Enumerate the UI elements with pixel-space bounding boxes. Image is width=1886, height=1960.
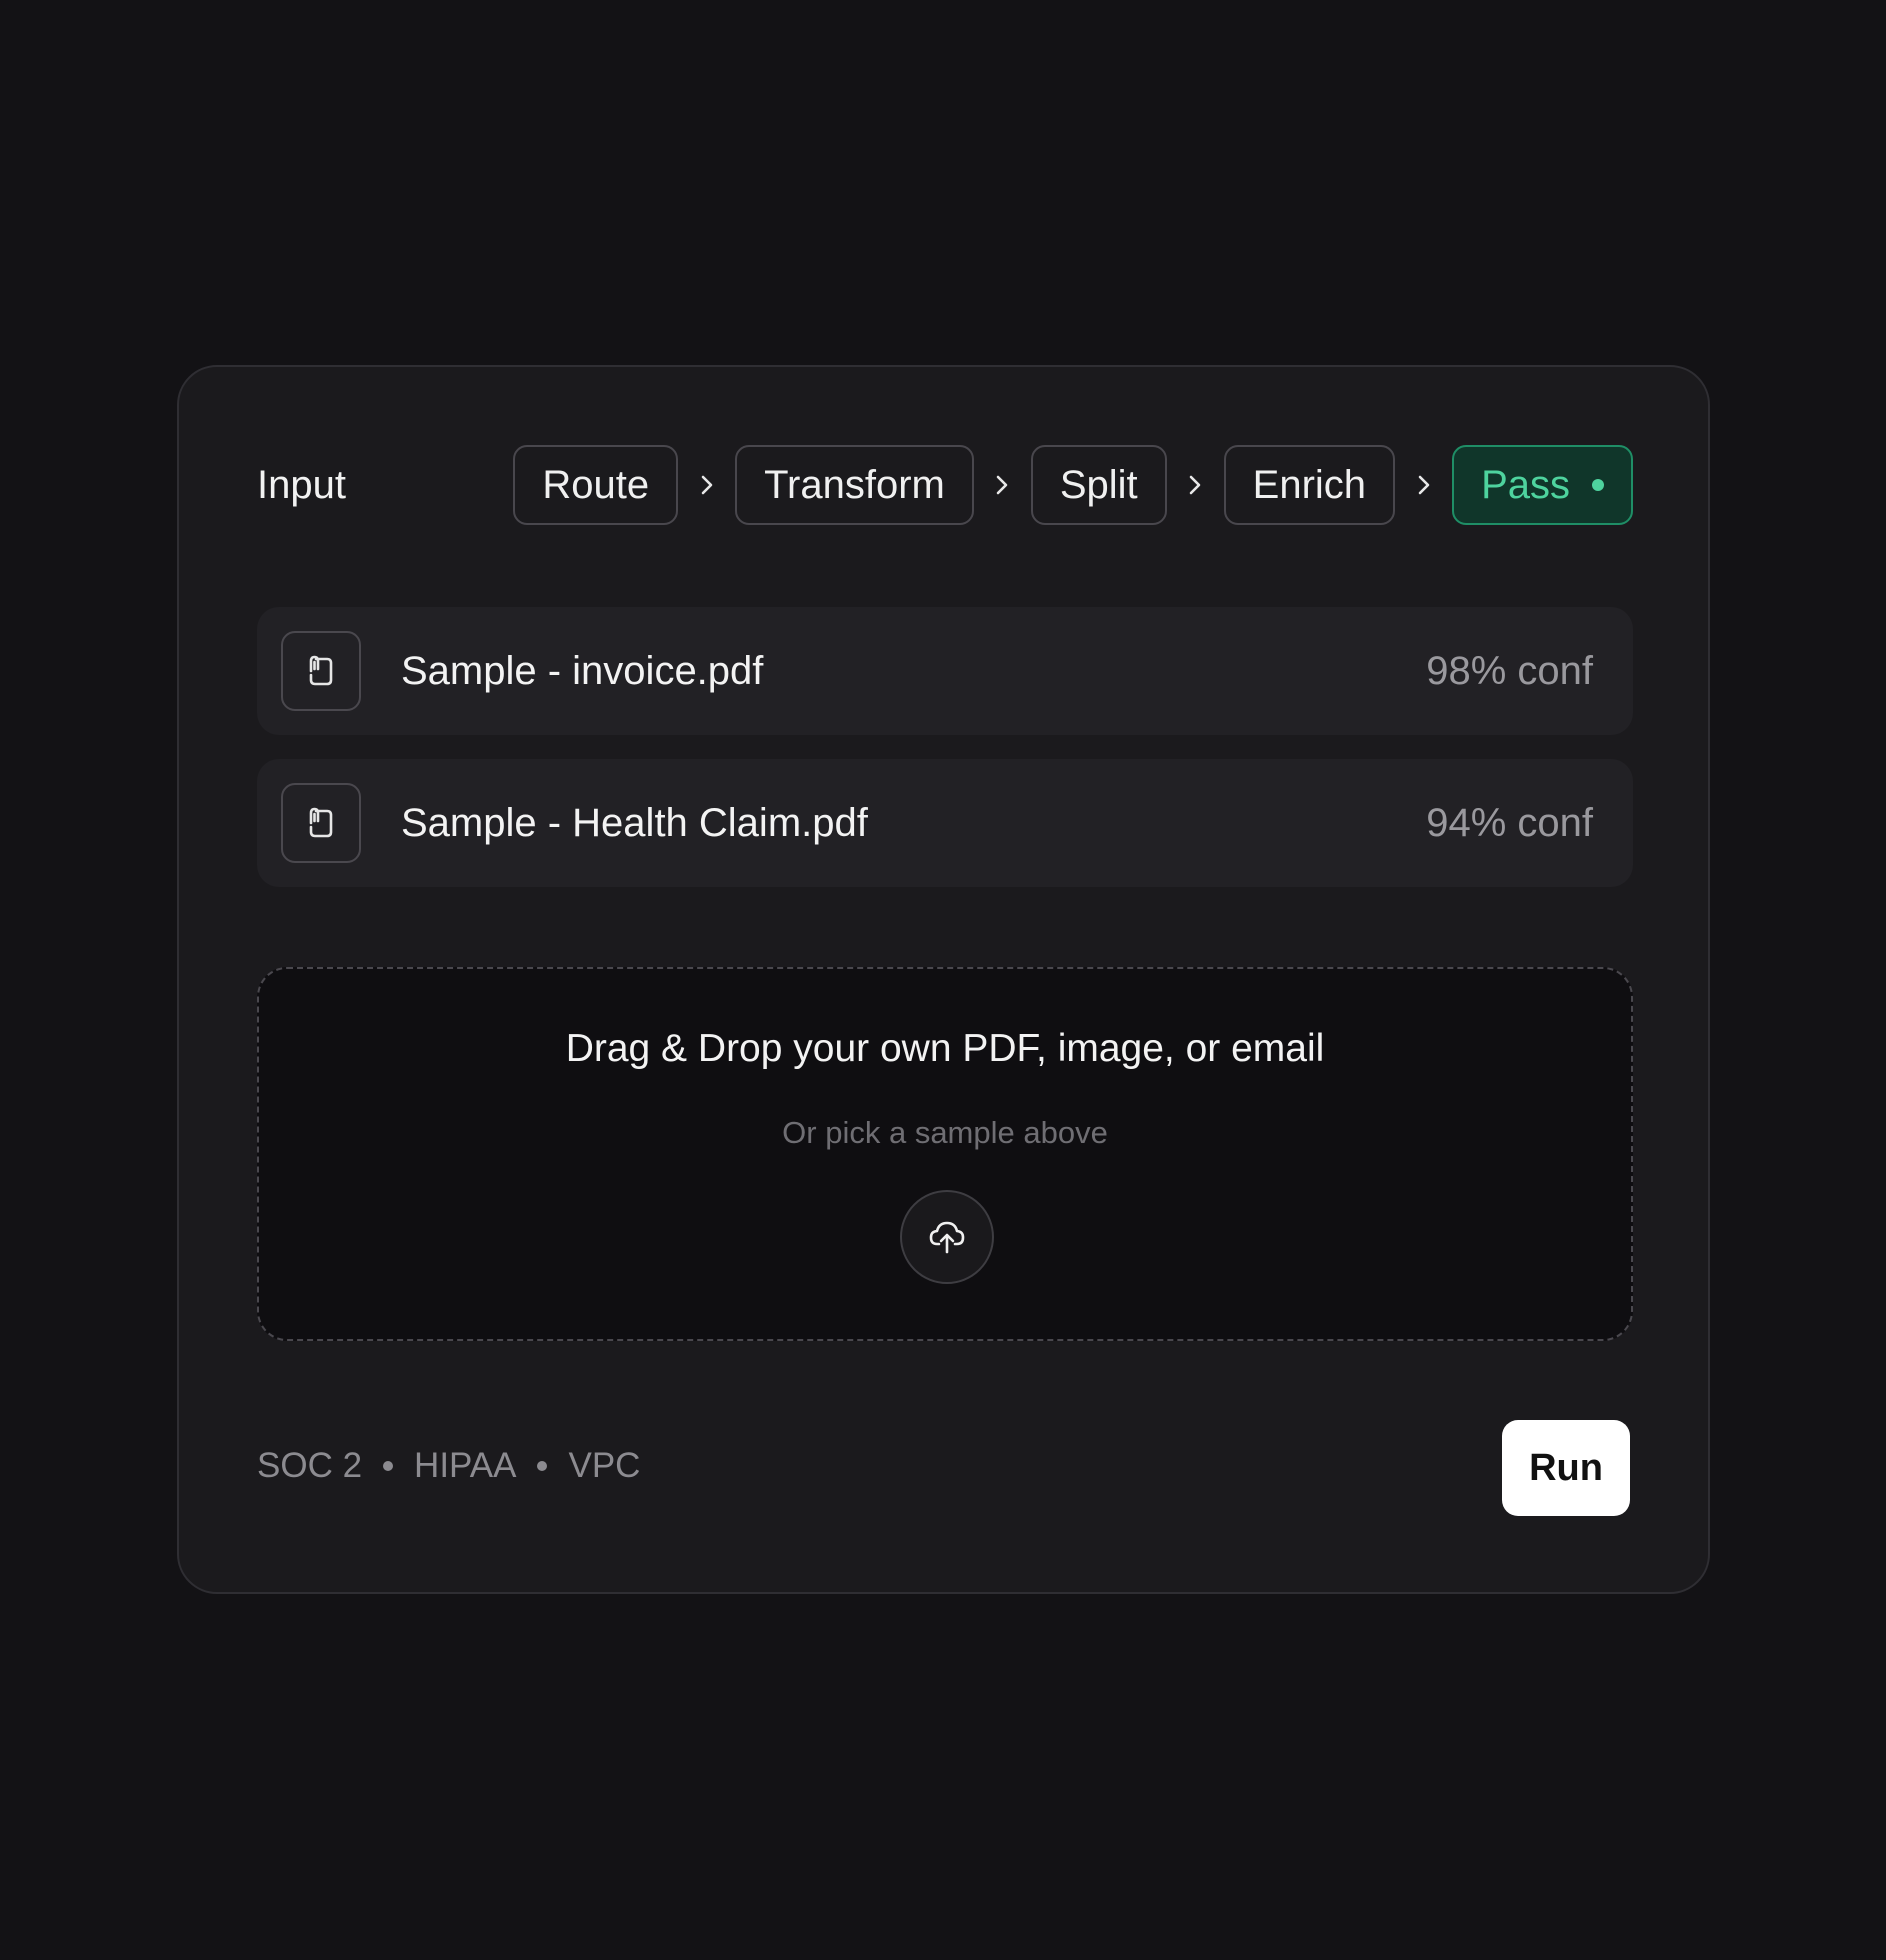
chevron-right-icon	[974, 474, 1031, 496]
pipeline-card: Input Route Transform Split Enrich Pass …	[177, 365, 1710, 1594]
document-icon	[281, 783, 361, 863]
step-transform[interactable]: Transform	[735, 445, 974, 525]
dropzone-subtitle: Or pick a sample above	[782, 1115, 1108, 1150]
dropzone-title: Drag & Drop your own PDF, image, or emai…	[565, 1027, 1325, 1070]
chevron-right-icon	[1395, 474, 1452, 496]
step-label: Transform	[764, 463, 945, 507]
chevron-right-icon	[678, 474, 735, 496]
file-dropzone[interactable]: Drag & Drop your own PDF, image, or emai…	[257, 967, 1633, 1341]
cloud-upload-icon	[929, 1221, 965, 1254]
status-dot-icon	[1592, 479, 1604, 491]
upload-button[interactable]	[900, 1190, 994, 1284]
sample-item-health-claim[interactable]: Sample - Health Claim.pdf 94% conf	[257, 759, 1633, 887]
sample-name: Sample - invoice.pdf	[401, 649, 764, 693]
run-button[interactable]: Run	[1502, 1420, 1630, 1516]
pipeline-steps: Route Transform Split Enrich Pass	[513, 445, 1633, 525]
input-label: Input	[257, 463, 346, 507]
compliance-soc2: SOC 2	[257, 1446, 363, 1485]
step-enrich[interactable]: Enrich	[1223, 445, 1396, 525]
pipeline-row: Input Route Transform Split Enrich Pass	[257, 445, 1633, 525]
sample-confidence: 94% conf	[1426, 801, 1593, 845]
step-pass[interactable]: Pass	[1452, 445, 1633, 525]
compliance-hipaa: HIPAA	[414, 1446, 517, 1485]
step-split[interactable]: Split	[1030, 445, 1167, 525]
chevron-right-icon	[1167, 474, 1224, 496]
sample-name: Sample - Health Claim.pdf	[401, 801, 868, 845]
step-label: Pass	[1481, 463, 1570, 507]
separator-dot	[383, 1461, 394, 1471]
compliance-vpc: VPC	[568, 1446, 641, 1485]
separator-dot	[537, 1461, 548, 1471]
step-label: Split	[1059, 463, 1138, 507]
sample-item-invoice[interactable]: Sample - invoice.pdf 98% conf	[257, 607, 1633, 735]
step-route[interactable]: Route	[513, 445, 679, 525]
compliance-badges: SOC 2 HIPAA VPC	[257, 1443, 640, 1489]
document-icon	[281, 631, 361, 711]
step-label: Enrich	[1252, 463, 1367, 507]
sample-confidence: 98% conf	[1426, 649, 1593, 693]
step-label: Route	[542, 463, 650, 507]
sample-list: Sample - invoice.pdf 98% conf Sample - H…	[257, 607, 1633, 911]
